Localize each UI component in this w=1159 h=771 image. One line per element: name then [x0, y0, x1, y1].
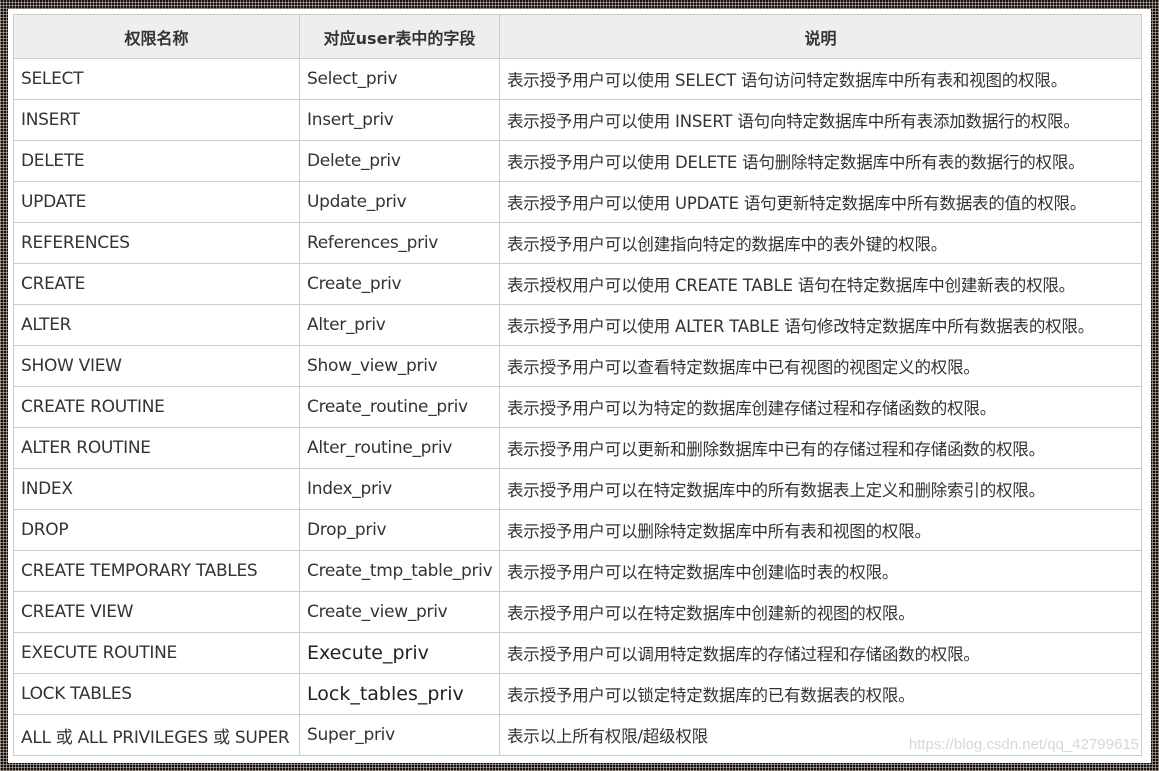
header-privilege-name: 权限名称	[13, 14, 300, 59]
privilege-name-cell: ALTER ROUTINE	[13, 427, 300, 469]
privilege-name-cell: CREATE TEMPORARY TABLES	[13, 550, 300, 592]
field-cell: Delete_priv	[299, 140, 500, 182]
description-cell: 表示授予用户可以删除特定数据库中所有表和视图的权限。	[499, 509, 1142, 551]
description-cell: 表示授予用户可以调用特定数据库的存储过程和存储函数的权限。	[499, 632, 1142, 674]
table-row: REFERENCES References_priv 表示授予用户可以创建指向特…	[13, 222, 1142, 264]
privilege-name-cell: DELETE	[13, 140, 300, 182]
table-row: CREATE TEMPORARY TABLES Create_tmp_table…	[13, 550, 1142, 592]
privilege-name-cell: LOCK TABLES	[13, 673, 300, 715]
privilege-name-cell: INSERT	[13, 99, 300, 141]
privilege-name-cell: CREATE ROUTINE	[13, 386, 300, 428]
description-cell: 表示授予用户可以查看特定数据库中已有视图的视图定义的权限。	[499, 345, 1142, 387]
header-row: 权限名称 对应user表中的字段 说明	[13, 14, 1142, 59]
table-row: INSERT Insert_priv 表示授予用户可以使用 INSERT 语句向…	[13, 99, 1142, 141]
header-user-table-field: 对应user表中的字段	[299, 14, 500, 59]
description-cell: 表示授予用户可以使用 ALTER TABLE 语句修改特定数据库中所有数据表的权…	[499, 304, 1142, 346]
field-cell: Alter_routine_priv	[299, 427, 500, 469]
field-cell: Create_view_priv	[299, 591, 500, 633]
description-cell: 表示以上所有权限/超级权限	[499, 714, 1142, 756]
header-description: 说明	[499, 14, 1142, 59]
description-cell: 表示授予用户可以更新和删除数据库中已有的存储过程和存储函数的权限。	[499, 427, 1142, 469]
privilege-name-cell: SELECT	[13, 58, 300, 100]
privilege-name-cell: EXECUTE ROUTINE	[13, 632, 300, 674]
description-cell: 表示授权用户可以使用 CREATE TABLE 语句在特定数据库中创建新表的权限…	[499, 263, 1142, 305]
table-row: SHOW VIEW Show_view_priv 表示授予用户可以查看特定数据库…	[13, 345, 1142, 387]
privilege-name-cell: INDEX	[13, 468, 300, 510]
table-row: UPDATE Update_priv 表示授予用户可以使用 UPDATE 语句更…	[13, 181, 1142, 223]
table-row: EXECUTE ROUTINE Execute_priv 表示授予用户可以调用特…	[13, 632, 1142, 674]
privilege-name-cell: ALTER	[13, 304, 300, 346]
description-cell: 表示授予用户可以为特定的数据库创建存储过程和存储函数的权限。	[499, 386, 1142, 428]
description-cell: 表示授予用户可以在特定数据库中创建新的视图的权限。	[499, 591, 1142, 633]
table-header: 权限名称 对应user表中的字段 说明	[13, 14, 1142, 59]
description-cell: 表示授予用户可以使用 DELETE 语句删除特定数据库中所有表的数据行的权限。	[499, 140, 1142, 182]
description-cell: 表示授予用户可以在特定数据库中创建临时表的权限。	[499, 550, 1142, 592]
table-row: DELETE Delete_priv 表示授予用户可以使用 DELETE 语句删…	[13, 140, 1142, 182]
privilege-name-cell: CREATE VIEW	[13, 591, 300, 633]
field-cell: Insert_priv	[299, 99, 500, 141]
field-cell: References_priv	[299, 222, 500, 264]
privileges-table: 权限名称 对应user表中的字段 说明 SELECT Select_priv 表…	[13, 14, 1142, 756]
table-row: CREATE Create_priv 表示授权用户可以使用 CREATE TAB…	[13, 263, 1142, 305]
description-cell: 表示授予用户可以在特定数据库中的所有数据表上定义和删除索引的权限。	[499, 468, 1142, 510]
table-row: SELECT Select_priv 表示授予用户可以使用 SELECT 语句访…	[13, 58, 1142, 100]
privilege-name-cell: ALL 或 ALL PRIVILEGES 或 SUPER	[13, 714, 300, 756]
description-cell: 表示授予用户可以使用 SELECT 语句访问特定数据库中所有表和视图的权限。	[499, 58, 1142, 100]
field-cell: Super_priv	[299, 714, 500, 756]
privilege-name-cell: REFERENCES	[13, 222, 300, 264]
table-row: LOCK TABLES Lock_tables_priv 表示授予用户可以锁定特…	[13, 673, 1142, 715]
field-cell: Select_priv	[299, 58, 500, 100]
field-cell: Alter_priv	[299, 304, 500, 346]
table-row: DROP Drop_priv 表示授予用户可以删除特定数据库中所有表和视图的权限…	[13, 509, 1142, 551]
privilege-name-cell: DROP	[13, 509, 300, 551]
table-row: ALL 或 ALL PRIVILEGES 或 SUPER Super_priv …	[13, 714, 1142, 756]
field-cell: Create_tmp_table_priv	[299, 550, 500, 592]
table-body: SELECT Select_priv 表示授予用户可以使用 SELECT 语句访…	[13, 58, 1142, 756]
table-row: CREATE ROUTINE Create_routine_priv 表示授予用…	[13, 386, 1142, 428]
table-row: ALTER ROUTINE Alter_routine_priv 表示授予用户可…	[13, 427, 1142, 469]
privilege-name-cell: SHOW VIEW	[13, 345, 300, 387]
description-cell: 表示授予用户可以锁定特定数据库的已有数据表的权限。	[499, 673, 1142, 715]
field-cell: Create_priv	[299, 263, 500, 305]
description-cell: 表示授予用户可以创建指向特定的数据库中的表外键的权限。	[499, 222, 1142, 264]
document-page: 权限名称 对应user表中的字段 说明 SELECT Select_priv 表…	[8, 9, 1151, 763]
table-row: INDEX Index_priv 表示授予用户可以在特定数据库中的所有数据表上定…	[13, 468, 1142, 510]
field-cell: Index_priv	[299, 468, 500, 510]
privilege-name-cell: CREATE	[13, 263, 300, 305]
field-cell: Show_view_priv	[299, 345, 500, 387]
field-cell: Update_priv	[299, 181, 500, 223]
description-cell: 表示授予用户可以使用 INSERT 语句向特定数据库中所有表添加数据行的权限。	[499, 99, 1142, 141]
field-cell: Lock_tables_priv	[299, 673, 500, 715]
field-cell: Execute_priv	[299, 632, 500, 674]
description-cell: 表示授予用户可以使用 UPDATE 语句更新特定数据库中所有数据表的值的权限。	[499, 181, 1142, 223]
table-row: CREATE VIEW Create_view_priv 表示授予用户可以在特定…	[13, 591, 1142, 633]
field-cell: Drop_priv	[299, 509, 500, 551]
privilege-name-cell: UPDATE	[13, 181, 300, 223]
field-cell: Create_routine_priv	[299, 386, 500, 428]
table-row: ALTER Alter_priv 表示授予用户可以使用 ALTER TABLE …	[13, 304, 1142, 346]
